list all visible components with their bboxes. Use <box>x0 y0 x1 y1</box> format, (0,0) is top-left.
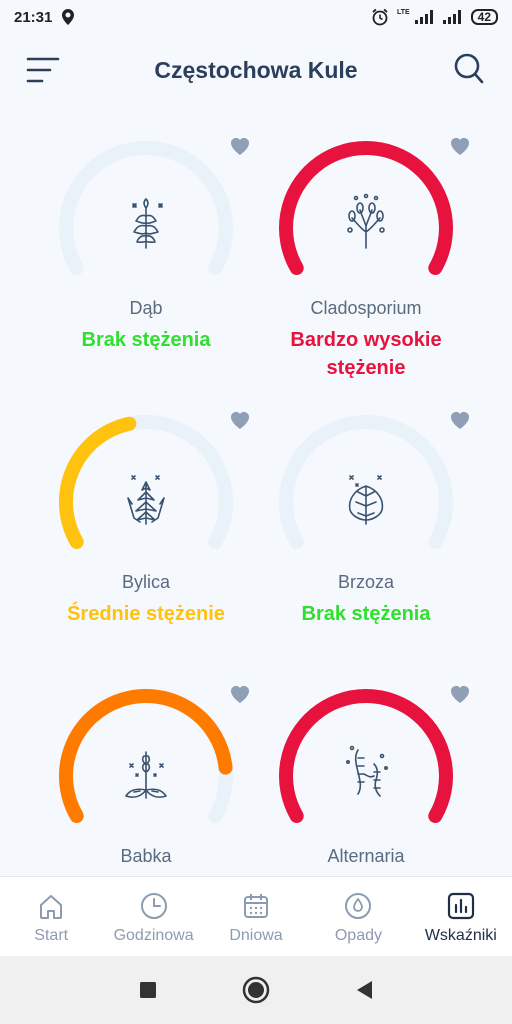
app-header: Częstochowa Kule <box>0 40 512 100</box>
home-icon <box>40 895 63 919</box>
concentration-gauge <box>59 141 233 275</box>
nav-item-clock[interactable]: Godzinowa <box>102 877 204 956</box>
signal-icon <box>414 10 433 24</box>
concentration-gauge <box>279 689 453 823</box>
oak-leaf-icon <box>132 198 163 249</box>
alarm-icon <box>372 8 388 26</box>
raindrop-icon <box>345 893 372 919</box>
allergen-card[interactable]: Babka Wysokie stężenie <box>36 676 256 876</box>
allergen-name: Babka <box>120 846 172 866</box>
nav-item-label: Start <box>34 927 69 944</box>
calendar-icon <box>244 894 269 918</box>
favorite-heart-icon[interactable] <box>448 682 472 704</box>
home-system-button[interactable] <box>242 976 270 1004</box>
signal-icon <box>442 10 461 24</box>
nav-item-home[interactable]: Start <box>0 877 102 956</box>
back-icon <box>357 981 372 999</box>
clock-icon <box>140 893 167 919</box>
chart-icon <box>447 892 474 920</box>
nav-item-label: Wskaźniki <box>424 927 497 944</box>
location-icon <box>62 9 75 25</box>
concentration-level: Brak stężenia <box>81 329 211 351</box>
circle-icon <box>242 976 270 1004</box>
allergen-card[interactable]: Brzoza Brak stężenia <box>256 402 476 672</box>
concentration-gauge <box>279 141 453 275</box>
status-bar: 21:31 LTE 42 <box>0 0 512 34</box>
favorite-heart-icon[interactable] <box>448 408 472 430</box>
mugwort-leaf-icon <box>127 475 165 525</box>
alternaria-spore-icon <box>345 745 388 797</box>
gauge-fill <box>59 416 137 549</box>
battery-icon: 42 <box>470 9 498 25</box>
search-icon[interactable] <box>454 53 484 85</box>
gauge-fill <box>279 141 453 275</box>
system-navigation-bar <box>0 956 512 1024</box>
square-icon <box>140 982 156 998</box>
nav-item-label: Godzinowa <box>113 927 194 944</box>
allergen-name: Alternaria <box>327 846 405 866</box>
allergen-name: Dąb <box>129 298 163 318</box>
cladosporium-spore-icon <box>347 193 385 249</box>
concentration-gauge <box>59 415 233 549</box>
nav-item-chart[interactable]: Wskaźniki <box>410 877 512 956</box>
allergen-card[interactable]: Alternaria Bardzo wysokie <box>256 676 476 876</box>
allergen-name: Bylica <box>121 572 170 592</box>
nav-item-calendar[interactable]: Dniowa <box>205 877 307 956</box>
concentration-gauge <box>59 688 233 823</box>
favorite-heart-icon[interactable] <box>228 682 252 704</box>
favorite-heart-icon[interactable] <box>228 408 252 430</box>
menu-icon[interactable] <box>26 56 60 84</box>
bottom-navigation: Start Godzinowa Dniowa Opady Wskaźniki <box>0 876 512 956</box>
status-time: 21:31 <box>14 8 53 26</box>
recent-apps-button[interactable] <box>134 976 162 1004</box>
nav-item-label: Dniowa <box>229 927 283 944</box>
concentration-gauge <box>279 415 453 549</box>
app-screen: 21:31 LTE 42 Częstochowa Kule Dąb Brak s… <box>0 0 512 1024</box>
back-system-button[interactable] <box>350 976 378 1004</box>
favorite-heart-icon[interactable] <box>448 134 472 156</box>
concentration-level: Brak stężenia <box>301 603 431 625</box>
concentration-level: Średnie stężenie <box>67 603 225 625</box>
allergen-card[interactable]: Bylica Średnie stężenie <box>36 402 256 672</box>
allergen-name: Cladosporium <box>310 298 422 318</box>
status-icons: LTE 42 <box>371 8 498 26</box>
favorite-heart-icon[interactable] <box>228 134 252 156</box>
network-type: LTE <box>396 8 410 16</box>
allergen-grid: Dąb Brak stężenia Cladosporium Bardzo wy… <box>0 118 512 876</box>
nav-item-raindrop[interactable]: Opady <box>307 877 409 956</box>
page-title: Częstochowa Kule <box>154 56 358 83</box>
nav-item-label: Opady <box>334 927 382 944</box>
concentration-level: Bardzo wysokie stężenie <box>290 329 442 379</box>
plantain-icon <box>125 751 167 799</box>
birch-leaf-icon <box>348 475 384 525</box>
allergen-name: Brzoza <box>337 572 395 592</box>
gauge-fill <box>279 689 453 823</box>
allergen-card[interactable]: Dąb Brak stężenia <box>36 128 256 398</box>
allergen-card[interactable]: Cladosporium Bardzo wysokie stężenie <box>256 128 476 398</box>
